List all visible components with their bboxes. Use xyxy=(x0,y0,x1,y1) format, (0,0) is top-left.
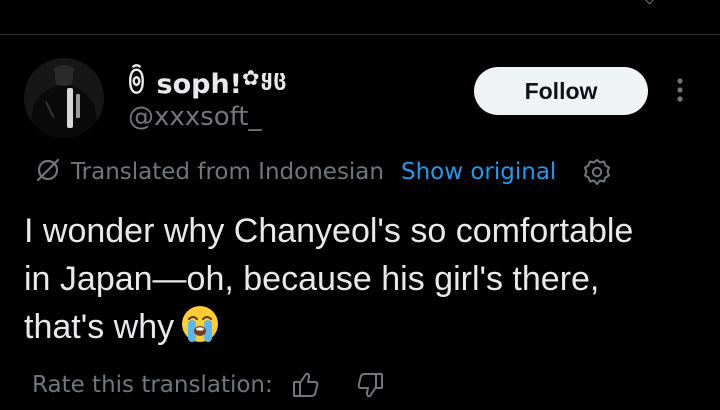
tweet-text-line: that's why xyxy=(24,303,714,357)
translated-from-label: Translated from Indonesian xyxy=(71,159,384,185)
rate-translation-row: Rate this translation: xyxy=(32,368,385,402)
avatar[interactable] xyxy=(24,58,104,138)
thumbs-down-icon[interactable] xyxy=(355,370,385,400)
translate-icon xyxy=(34,156,62,188)
more-options-icon[interactable] xyxy=(668,74,692,106)
user-handle[interactable]: @xxxsoft_ xyxy=(128,102,262,132)
follow-button[interactable]: Follow xyxy=(474,67,648,115)
display-name[interactable]: ꉺ soph! xyxy=(126,64,242,100)
gear-icon[interactable] xyxy=(582,157,612,187)
tweet-text-line: in Japan—oh, because his girl's there, xyxy=(24,260,600,298)
display-name-decoration: ✿ყც xyxy=(242,66,288,90)
tweet-text-line-content: that's why xyxy=(24,308,175,346)
loudly-crying-face-icon xyxy=(180,304,220,357)
thumbs-up-icon[interactable] xyxy=(291,370,321,400)
rate-translation-label: Rate this translation: xyxy=(32,372,273,398)
show-original-link[interactable]: Show original xyxy=(401,159,556,185)
tweet-text: I wonder why Chanyeol's so comfortable i… xyxy=(24,207,714,357)
translation-row: Translated from Indonesian Show original xyxy=(34,156,612,188)
chevron-icon xyxy=(644,0,655,5)
top-divider xyxy=(0,34,720,35)
tweet-text-line: I wonder why Chanyeol's so comfortable xyxy=(24,212,634,250)
